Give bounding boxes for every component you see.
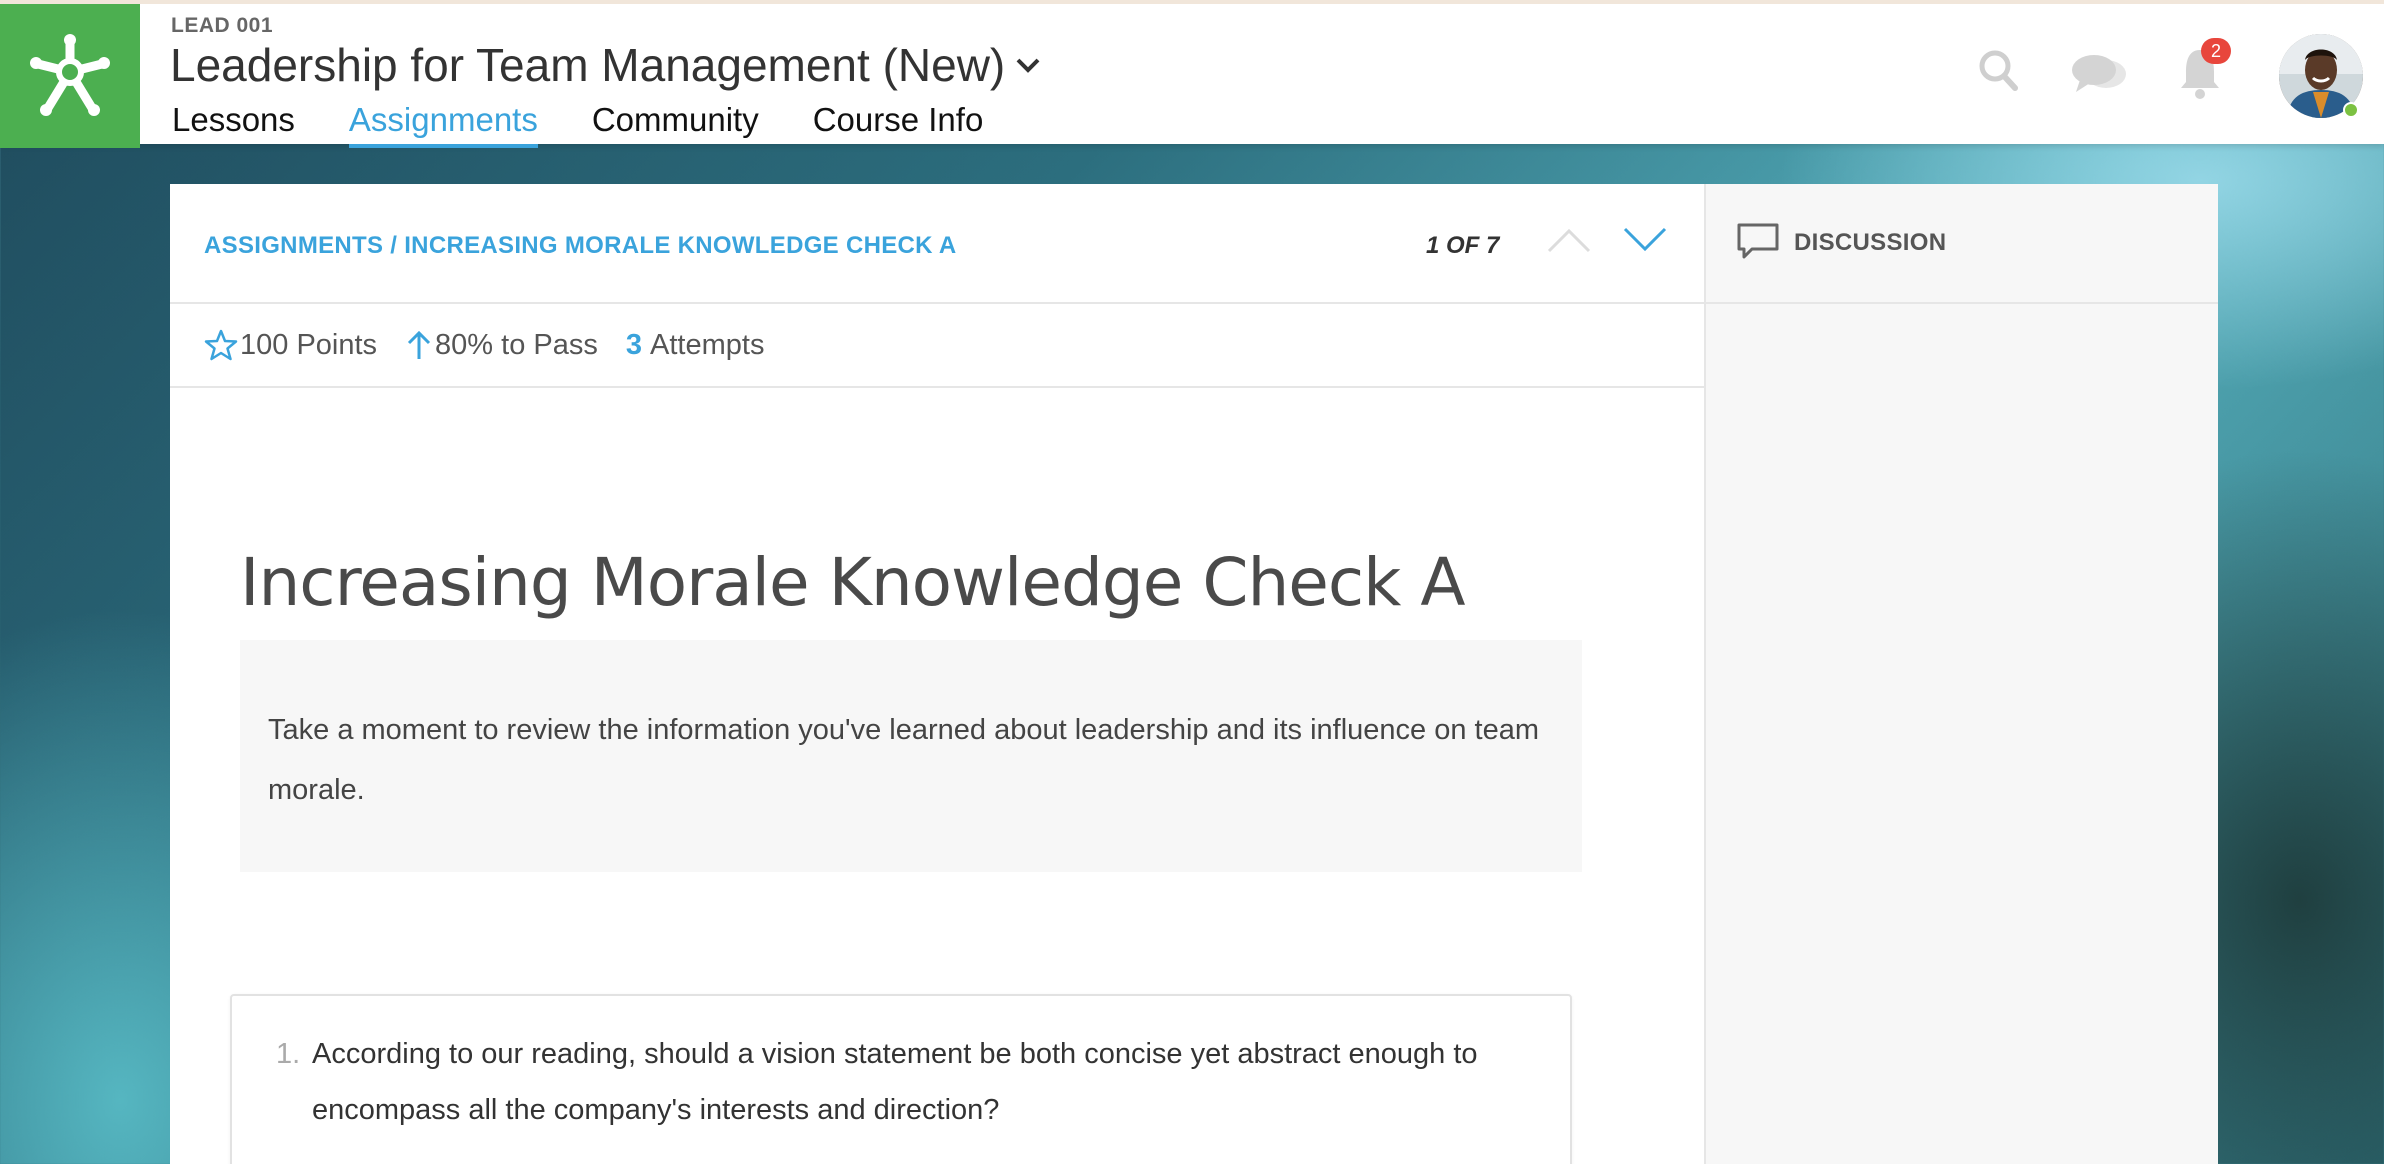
online-status-dot [2343, 102, 2359, 118]
instructions-box: Take a moment to review the information … [240, 640, 1582, 872]
top-header: LEAD 001 Leadership for Team Management … [0, 0, 2384, 148]
breadcrumb[interactable]: ASSIGNMENTS / INCREASING MORALE KNOWLEDG… [204, 232, 957, 260]
page-indicator: 1 OF 7 [1426, 232, 1500, 259]
question-card: 1. According to our reading, should a vi… [230, 994, 1572, 1164]
logo[interactable] [0, 4, 140, 148]
points-info: 100 Points [204, 328, 377, 362]
course-title-text: Leadership for Team Management (New) [170, 39, 1006, 91]
tab-assignments[interactable]: Assignments [348, 100, 538, 148]
notification-badge: 2 [2201, 38, 2231, 64]
question-number: 1. [276, 1038, 301, 1070]
page-title: Increasing Morale Knowledge Check A [240, 544, 1466, 621]
assignment-panel: ASSIGNMENTS / INCREASING MORALE KNOWLEDG… [170, 184, 1704, 1164]
course-nav: Lessons Assignments Community Course Inf… [172, 100, 1037, 148]
attempts-info: 3 Attempts [626, 329, 765, 362]
course-title[interactable]: Leadership for Team Management (New) [170, 38, 1041, 92]
discussion-label: DISCUSSION [1794, 229, 1947, 256]
attempts-count: 3 [625, 328, 643, 361]
attempts-label: Attempts [650, 328, 765, 361]
points-label: 100 Points [240, 328, 378, 361]
star-icon [204, 328, 238, 362]
tab-community[interactable]: Community [592, 100, 759, 148]
previous-arrow-icon[interactable] [1546, 224, 1592, 261]
chat-icon[interactable] [2070, 52, 2130, 101]
breadcrumb-bar: ASSIGNMENTS / INCREASING MORALE KNOWLEDG… [170, 184, 1704, 304]
question-text: According to our reading, should a visio… [312, 1038, 1478, 1126]
chevron-down-icon[interactable] [1015, 55, 1041, 75]
next-arrow-icon[interactable] [1622, 224, 1668, 261]
search-icon[interactable] [1978, 48, 2018, 97]
pass-label: 80% to Pass [435, 328, 598, 361]
course-code: LEAD 001 [171, 14, 274, 37]
comment-icon [1736, 222, 1780, 265]
arrow-up-icon [405, 329, 433, 361]
tab-course-info[interactable]: Course Info [813, 100, 984, 148]
logo-icon [30, 34, 110, 116]
discussion-toggle[interactable]: DISCUSSION [1706, 184, 2218, 304]
pass-info: 80% to Pass [405, 329, 598, 362]
tab-lessons[interactable]: Lessons [172, 100, 295, 148]
assignment-meta: 100 Points 80% to Pass 3 Attempts [170, 304, 1704, 388]
discussion-panel: DISCUSSION [1704, 184, 2218, 1164]
